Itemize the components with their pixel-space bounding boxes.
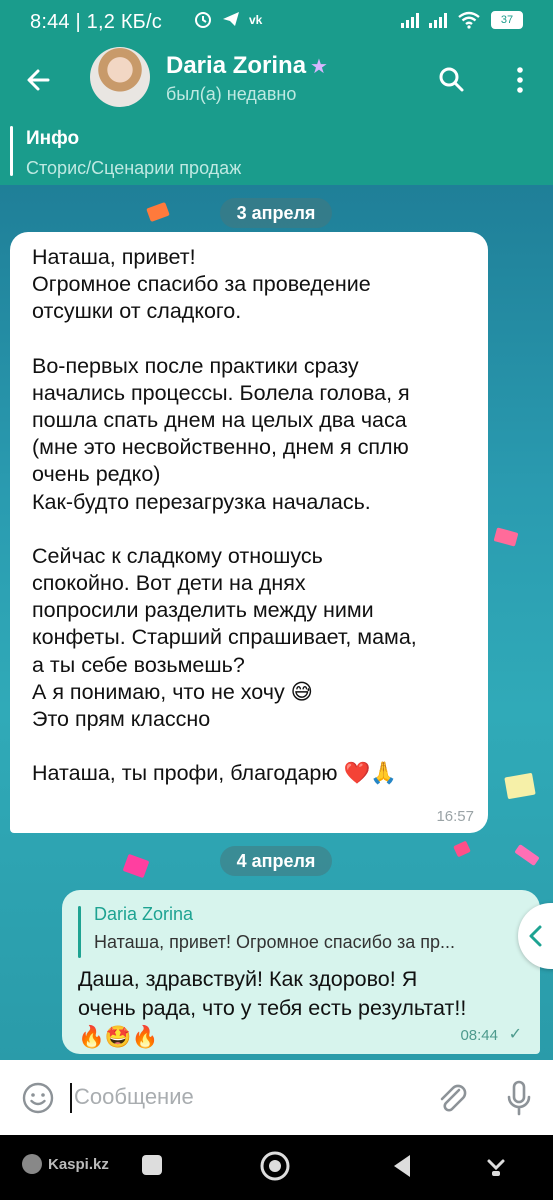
status-system-icons: 37: [401, 11, 523, 29]
alarm-icon: [195, 12, 211, 28]
paperclip-icon: [440, 1084, 467, 1112]
text-cursor: [70, 1083, 72, 1113]
message-line: начались процессы. Болела голова, я: [32, 380, 410, 405]
wifi-icon: [458, 11, 480, 29]
message-line: а ты себе возьмешь?: [32, 652, 245, 677]
back-button[interactable]: [18, 58, 62, 102]
message-line: пошла спать днем на целых два часа: [32, 408, 407, 433]
chat-area[interactable]: 3 апреля Наташа, привет! Огромное спасибо…: [0, 185, 553, 1060]
recent-apps-button[interactable]: [142, 1155, 162, 1175]
date-separator: 4 апреля: [220, 846, 332, 876]
message-line: Сейчас к сладкому отношусь: [32, 543, 323, 568]
wallpaper-confetti: [514, 844, 540, 866]
battery-icon: 37: [491, 11, 523, 29]
kaspi-shortcut[interactable]: Kaspi.kz: [22, 1154, 109, 1174]
message-line: Как-будто перезагрузка началась.: [32, 489, 371, 514]
chevron-down-icon: [487, 1159, 505, 1176]
reply-author: Daria Zorina: [94, 904, 194, 924]
triangle-back-icon: [394, 1155, 410, 1177]
signal-2-icon: [429, 12, 447, 28]
status-notification-icons: vk: [193, 9, 269, 29]
message-line: очень редко): [32, 462, 161, 487]
message-line: Во-первых после практики сразу: [32, 353, 359, 378]
wallpaper-confetti: [453, 840, 471, 858]
read-check-icon: ✓: [508, 1026, 522, 1043]
outgoing-line: очень рада, что у тебя есть результат!!: [78, 996, 467, 1020]
message-line: Огромное спасибо за проведение: [32, 272, 371, 297]
message-line: Наташа, привет!: [32, 245, 196, 269]
wallpaper-confetti: [146, 202, 170, 222]
message-line: А я понимаю, что не хочу 😅: [32, 679, 314, 704]
pinned-message[interactable]: Инфо Сторис/Сценарии продаж: [0, 118, 553, 185]
smiley-icon: [22, 1082, 54, 1114]
signal-icon: [401, 12, 419, 28]
chevron-left-icon: [529, 925, 542, 947]
home-circle-icon: [260, 1151, 290, 1181]
message-time: 16:57: [436, 808, 474, 825]
pinned-bar: [10, 126, 13, 176]
message-line: отсушки от сладкого.: [32, 299, 242, 324]
system-navigation-bar: Kaspi.kz: [0, 1135, 553, 1200]
outgoing-message[interactable]: Daria Zorina Наташа, привет! Огромное сп…: [62, 890, 540, 1054]
reply-side-button[interactable]: [518, 903, 553, 969]
voice-record-button[interactable]: [502, 1078, 536, 1118]
message-line: конфеты. Старший спрашивает, мама,: [32, 625, 417, 650]
message-line: (мне это несвойственно, днем я сплю: [32, 435, 409, 460]
arrow-left-icon: [27, 69, 50, 91]
status-time: 8:44 | 1,2 КБ/с: [30, 11, 162, 33]
reply-text: Наташа, привет! Огромное спасибо за пр..…: [94, 932, 456, 952]
date-separator: 3 апреля: [220, 198, 332, 228]
status-bar: 8:44 | 1,2 КБ/с vk 37: [0, 0, 553, 44]
message-input-bar: [0, 1060, 553, 1135]
search-button[interactable]: [430, 58, 474, 102]
more-menu-button[interactable]: [498, 58, 542, 102]
avatar[interactable]: [90, 47, 150, 107]
message-line: Это прям классно: [32, 707, 211, 732]
telegram-notification-icon: [223, 12, 239, 26]
message-line: попросили разделить между ними: [32, 598, 374, 623]
message-input[interactable]: [74, 1079, 414, 1115]
home-button[interactable]: [258, 1149, 292, 1183]
microphone-icon: [507, 1080, 531, 1116]
system-back-button[interactable]: [388, 1151, 418, 1181]
outgoing-line: Даша, здравствуй! Как здорово! Я: [78, 967, 418, 991]
message-line: спокойно. Вот дети на днях: [32, 571, 306, 596]
wallpaper-confetti: [504, 772, 536, 800]
chat-header: Daria Zorina ★ был(а) недавно: [0, 44, 553, 116]
kaspi-logo-icon: [22, 1154, 42, 1174]
attach-button[interactable]: [432, 1078, 472, 1118]
reply-bar: [78, 906, 81, 958]
emoji-button[interactable]: [20, 1080, 56, 1116]
reply-quote[interactable]: Daria Zorina Наташа, привет! Огромное сп…: [78, 904, 518, 960]
wallpaper-confetti: [493, 527, 519, 547]
pinned-title: Инфо: [26, 128, 80, 149]
wallpaper-confetti: [122, 853, 150, 879]
message-time: 08:44: [460, 1027, 498, 1044]
top-bar: 8:44 | 1,2 КБ/с vk 37 Daria Zorina ★ был(…: [0, 0, 553, 185]
last-seen-status: был(а) недавно: [166, 84, 297, 104]
incoming-message-text: Наташа, привет! Огромное спасибо за прове…: [32, 244, 472, 787]
more-vertical-icon: [517, 67, 523, 93]
contact-name[interactable]: Daria Zorina ★: [166, 52, 328, 80]
message-line: Наташа, ты профи, благодарю ❤️🙏: [32, 761, 398, 786]
vk-icon: vk: [249, 13, 263, 26]
pinned-subtitle: Сторис/Сценарии продаж: [26, 158, 242, 178]
keyboard-hide-button[interactable]: [481, 1151, 511, 1181]
premium-star-icon: ★: [310, 56, 328, 78]
svg-text:vk: vk: [249, 13, 263, 26]
search-icon: [439, 67, 464, 92]
incoming-message[interactable]: Наташа, привет! Огромное спасибо за прове…: [10, 232, 488, 833]
